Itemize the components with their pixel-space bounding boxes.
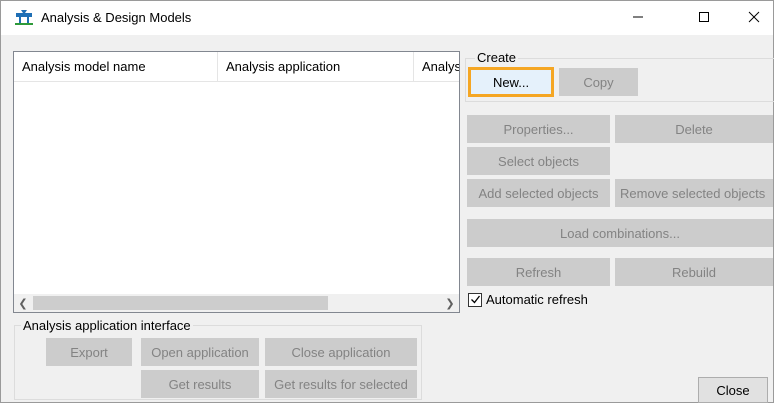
delete-button[interactable]: Delete [615,115,773,143]
remove-selected-objects-button[interactable]: Remove selected objects [615,179,773,207]
refresh-button[interactable]: Refresh [467,258,610,286]
analysis-models-list[interactable]: Analysis model name Analysis application… [13,51,460,313]
column-header-analysis[interactable]: Analys [414,52,459,81]
analysis-design-models-dialog: Analysis & Design Models Analysis model … [0,0,774,403]
window-title: Analysis & Design Models [41,10,192,25]
load-combinations-button[interactable]: Load combinations... [467,219,773,247]
minimize-button[interactable] [615,1,661,35]
column-header-application[interactable]: Analysis application [218,52,413,81]
automatic-refresh-checkbox[interactable] [468,293,482,307]
maximize-button[interactable] [681,1,727,35]
scroll-left-arrow-icon[interactable]: ❮ [14,294,32,312]
new-button[interactable]: New... [468,67,554,97]
export-button[interactable]: Export [46,338,132,366]
properties-button[interactable]: Properties... [467,115,610,143]
minimize-icon [632,11,644,26]
title-bar[interactable]: Analysis & Design Models [1,1,773,35]
rebuild-button[interactable]: Rebuild [615,258,773,286]
maximize-icon [698,11,710,26]
tekla-model-icon [15,10,33,26]
analysis-interface-group-label: Analysis application interface [21,318,193,334]
close-icon [748,11,760,26]
get-results-button[interactable]: Get results [141,370,259,398]
scroll-right-arrow-icon[interactable]: ❯ [441,294,459,312]
get-results-for-selected-button[interactable]: Get results for selected [265,370,417,398]
column-header-model-name[interactable]: Analysis model name [14,52,217,81]
open-application-button[interactable]: Open application [141,338,259,366]
list-header: Analysis model name Analysis application… [14,52,459,82]
select-objects-button[interactable]: Select objects [467,147,610,175]
copy-button[interactable]: Copy [559,68,638,96]
automatic-refresh-label[interactable]: Automatic refresh [486,292,588,307]
create-group-label: Create [475,50,519,66]
close-application-button[interactable]: Close application [265,338,417,366]
close-window-button[interactable] [735,1,773,35]
scrollbar-thumb[interactable] [33,296,328,310]
checkmark-icon [470,293,481,308]
horizontal-scrollbar[interactable]: ❮ ❯ [14,294,459,312]
close-button[interactable]: Close [698,377,768,403]
add-selected-objects-button[interactable]: Add selected objects [467,179,610,207]
